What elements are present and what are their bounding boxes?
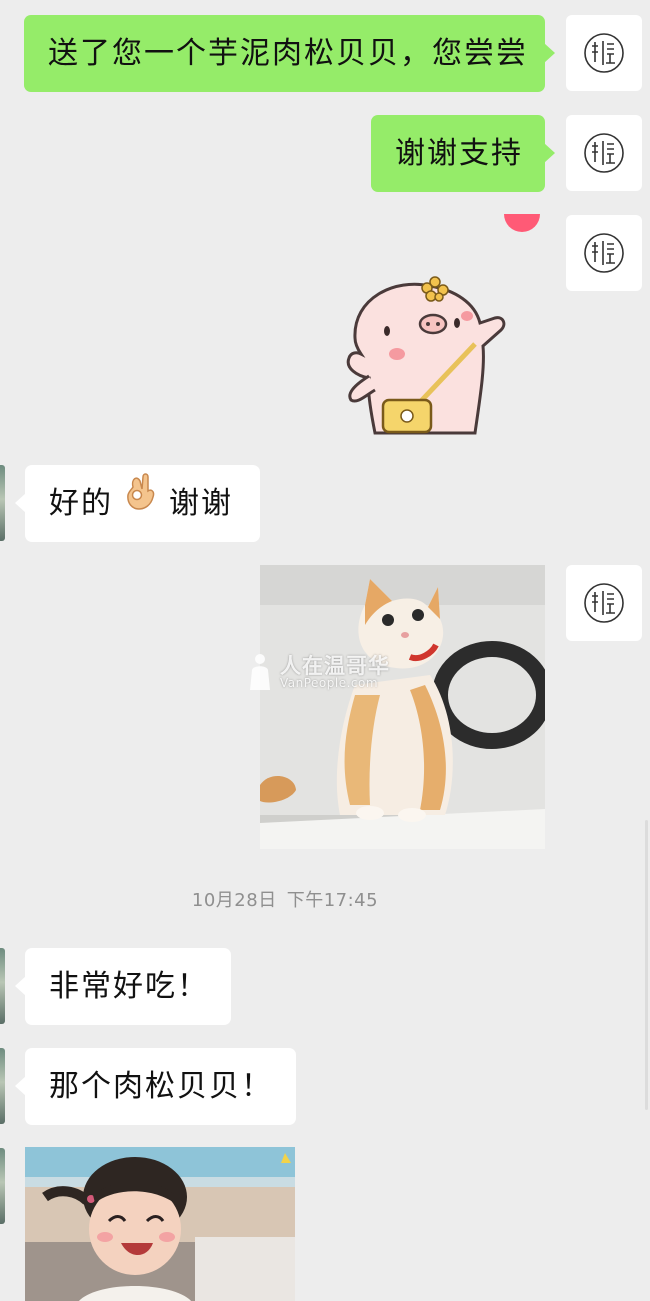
message-text: 非常好吃！ [49,969,209,1004]
timestamp-date: 10月28日 [191,890,277,911]
peer-avatar[interactable] [0,1148,5,1224]
seal-logo-icon [584,233,624,273]
message-text: 那个肉松贝贝！ [49,1069,273,1104]
watermark-subtitle: VanPeople.com [280,676,379,690]
self-avatar[interactable] [566,15,642,91]
girl-photo[interactable] [25,1147,295,1301]
chat-timestamp: 10月28日 下午17:45 [0,886,570,912]
self-avatar[interactable] [566,115,642,191]
ok-hand-icon [123,463,159,540]
message-bubble-peer[interactable]: 那个肉松贝贝！ [15,1048,296,1125]
message-bubble-self[interactable]: 谢谢支持 [371,115,555,192]
seal-logo-icon [584,33,624,73]
seal-logo-icon [584,133,624,173]
message-bubble-peer[interactable]: 好的 谢谢 [15,463,260,542]
peer-avatar[interactable] [0,1048,5,1124]
scrollbar[interactable] [645,820,648,1110]
heart-icon [504,214,542,236]
message-bubble-self[interactable]: 送了您一个芋泥肉松贝贝，您尝尝 [24,15,555,92]
site-watermark: 人在温哥华 VanPeople.com [246,650,416,694]
chat-screen: 送了您一个芋泥肉松贝贝，您尝尝 谢谢支持 好的 谢谢 人在温哥华 VanPeop… [0,0,650,1301]
seal-logo-icon [584,583,624,623]
peer-avatar[interactable] [0,948,5,1024]
timestamp-time: 下午17:45 [286,890,379,911]
message-text: 好的 [49,486,113,521]
message-bubble-peer[interactable]: 非常好吃！ [15,948,231,1025]
person-logo-icon [250,654,270,690]
girl-photo-image [25,1147,295,1301]
message-text: 送了您一个芋泥肉松贝贝，您尝尝 [48,36,528,71]
peer-avatar[interactable] [0,465,5,541]
cat-photo[interactable] [260,565,545,849]
message-text: 谢谢支持 [395,136,523,171]
self-avatar[interactable] [566,565,642,641]
cat-photo-image [260,565,545,849]
pig-sticker-icon[interactable] [335,268,515,438]
self-avatar[interactable] [566,215,642,291]
message-text: 谢谢 [169,486,233,521]
